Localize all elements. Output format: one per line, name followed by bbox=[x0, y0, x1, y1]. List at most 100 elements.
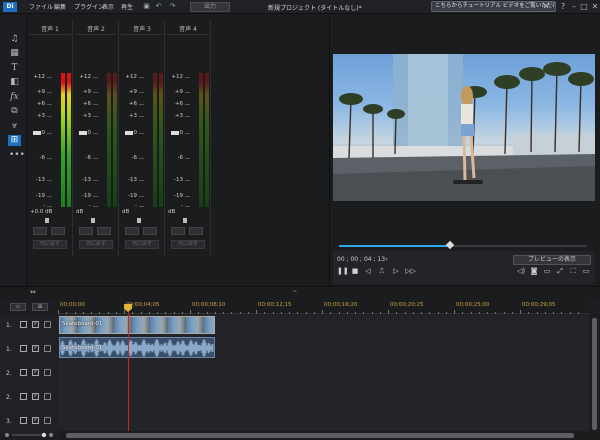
track-manager-button[interactable]: ▭ bbox=[10, 303, 26, 311]
pan-slider[interactable] bbox=[91, 218, 95, 223]
panel-divider[interactable]: ⇔ ═ bbox=[0, 286, 600, 300]
pause-icon[interactable]: ❚❚ bbox=[337, 266, 349, 276]
meter-tick bbox=[47, 180, 52, 181]
channel-volume-readout: dB bbox=[76, 209, 84, 215]
ruler-label: 00;00;29;05 bbox=[522, 302, 556, 308]
more-icon[interactable]: ••• bbox=[9, 150, 25, 161]
reset-button[interactable]: 元に戻す bbox=[125, 240, 159, 249]
meter-tick bbox=[93, 180, 98, 181]
media-library-icon[interactable]: ▦ bbox=[9, 48, 20, 59]
fade-out-button[interactable] bbox=[143, 227, 157, 235]
split-icon[interactable]: ⎍ bbox=[377, 266, 387, 276]
maximize-button[interactable]: □ bbox=[579, 2, 589, 12]
track-lane[interactable] bbox=[58, 386, 590, 410]
track-lock-icon[interactable] bbox=[44, 393, 51, 400]
preview-display-button[interactable]: プレビューの表示 bbox=[513, 255, 591, 265]
reset-button[interactable]: 元に戻す bbox=[33, 240, 67, 249]
meter-tick bbox=[93, 196, 98, 197]
channel-divider bbox=[167, 34, 209, 35]
video-track-icon[interactable] bbox=[20, 369, 27, 376]
volume-fader[interactable] bbox=[33, 131, 41, 135]
settings-icon[interactable]: ▭ bbox=[581, 266, 591, 276]
undock-icon[interactable]: ⤢ bbox=[555, 266, 565, 276]
transition-icon[interactable]: ◧ bbox=[9, 77, 20, 88]
track-enable-checkbox[interactable]: ✓ bbox=[32, 321, 39, 328]
audio-track-icon[interactable] bbox=[20, 393, 27, 400]
horizontal-scroll-thumb[interactable] bbox=[66, 433, 574, 438]
meter-scale-label: -6 bbox=[131, 155, 137, 161]
fade-in-button[interactable] bbox=[79, 227, 93, 235]
volume-icon[interactable]: ◁) bbox=[516, 266, 526, 276]
track-number: 3. bbox=[6, 418, 12, 425]
vertical-scroll-thumb[interactable] bbox=[592, 318, 597, 430]
audio-mixer-icon[interactable]: ⊞ bbox=[8, 135, 21, 146]
title-icon[interactable]: T bbox=[9, 63, 20, 74]
title-bar: Di ファイル 編集 プラグイン 表示 再生 ▣ ↶ ↷ 出力 新規プロジェクト… bbox=[0, 0, 600, 14]
volume-fader[interactable] bbox=[79, 131, 87, 135]
track-lock-icon[interactable] bbox=[44, 369, 51, 376]
reset-button[interactable]: 元に戻す bbox=[79, 240, 113, 249]
monitor-icon[interactable]: ▭ bbox=[542, 266, 552, 276]
track-lock-icon[interactable] bbox=[44, 321, 51, 328]
pan-slider[interactable] bbox=[137, 218, 141, 223]
volume-fader[interactable] bbox=[125, 131, 133, 135]
timecode-display[interactable]: 00 ; 00 ; 04 ; 13 bbox=[337, 256, 385, 263]
track-lane[interactable] bbox=[58, 362, 590, 386]
track-lock-icon[interactable] bbox=[44, 417, 51, 424]
fade-in-button[interactable] bbox=[33, 227, 47, 235]
track-enable-checkbox[interactable]: ✓ bbox=[32, 345, 39, 352]
fast-forward-icon[interactable]: ▷▷ bbox=[405, 266, 416, 276]
menu-view[interactable]: 表示 bbox=[102, 2, 114, 11]
stop-icon[interactable]: ■ bbox=[350, 266, 360, 276]
channel-volume-readout: +0.0 dB bbox=[30, 209, 53, 215]
snap-button[interactable]: ⊞ bbox=[32, 303, 48, 311]
chevron-down-icon[interactable]: ▾ bbox=[385, 256, 388, 263]
undo-icon[interactable]: ↶ bbox=[154, 2, 163, 11]
track-lock-icon[interactable] bbox=[44, 345, 51, 352]
tutorial-button[interactable]: こちらからチュートリアル ビデオをご覧いただけます。 bbox=[431, 1, 556, 12]
meter-tick bbox=[185, 104, 190, 105]
meter-tick bbox=[47, 196, 52, 197]
timeline-ruler[interactable]: 00;00;00 00;00;04;05 00;00;08;10 00;00;12;1… bbox=[58, 300, 590, 314]
fade-out-button[interactable] bbox=[189, 227, 203, 235]
fade-in-button[interactable] bbox=[125, 227, 139, 235]
pip-icon[interactable]: ⧉ bbox=[9, 106, 20, 117]
close-tutorial-icon[interactable]: ✕ bbox=[541, 2, 551, 12]
fade-in-button[interactable] bbox=[171, 227, 185, 235]
zoom-slider[interactable] bbox=[4, 432, 54, 438]
track-enable-checkbox[interactable]: ✓ bbox=[32, 369, 39, 376]
audio-track-icon[interactable] bbox=[20, 345, 27, 352]
channel-name: 音声 4 bbox=[179, 26, 197, 33]
track-number: 2. bbox=[6, 370, 12, 377]
fx-icon[interactable]: fx bbox=[9, 92, 20, 103]
track-enable-checkbox[interactable]: ✓ bbox=[32, 393, 39, 400]
redo-icon[interactable]: ↷ bbox=[168, 2, 177, 11]
pan-slider[interactable] bbox=[45, 218, 49, 223]
save-icon[interactable]: ▣ bbox=[142, 2, 151, 11]
volume-fader[interactable] bbox=[171, 131, 179, 135]
video-track-icon[interactable] bbox=[20, 321, 27, 328]
mixer-channel: 音声 4 +12 +9 +6 +3 0 -6 -13 -19- dB 元に戻す bbox=[165, 20, 211, 256]
fade-out-button[interactable] bbox=[51, 227, 65, 235]
output-button[interactable]: 出力 bbox=[190, 2, 230, 12]
drag-handle-icon[interactable]: ═ bbox=[293, 288, 297, 295]
menu-plugins[interactable]: プラグイン bbox=[74, 2, 104, 11]
pan-slider[interactable] bbox=[183, 218, 187, 223]
play-icon[interactable]: ▷ bbox=[391, 266, 401, 276]
menu-play[interactable]: 再生 bbox=[121, 2, 133, 11]
help-button[interactable]: ? bbox=[558, 2, 568, 12]
menu-file[interactable]: ファイル bbox=[29, 2, 53, 11]
fit-icon[interactable]: ⇔ bbox=[30, 288, 36, 296]
folder-music-icon[interactable]: ♫ bbox=[9, 34, 20, 45]
close-button[interactable]: ✕ bbox=[590, 2, 600, 12]
reset-button[interactable]: 元に戻す bbox=[171, 240, 205, 249]
fade-out-button[interactable] bbox=[97, 227, 111, 235]
prev-frame-icon[interactable]: ◁ bbox=[363, 266, 373, 276]
particle-icon[interactable]: ⩔ bbox=[9, 121, 20, 132]
video-track-icon[interactable] bbox=[20, 417, 27, 424]
menu-edit[interactable]: 編集 bbox=[54, 2, 66, 11]
snapshot-icon[interactable]: ◙ bbox=[529, 266, 539, 276]
fullscreen-icon[interactable]: ⛶ bbox=[568, 266, 578, 276]
minimize-button[interactable]: – bbox=[569, 2, 579, 12]
track-enable-checkbox[interactable]: ✓ bbox=[32, 417, 39, 424]
